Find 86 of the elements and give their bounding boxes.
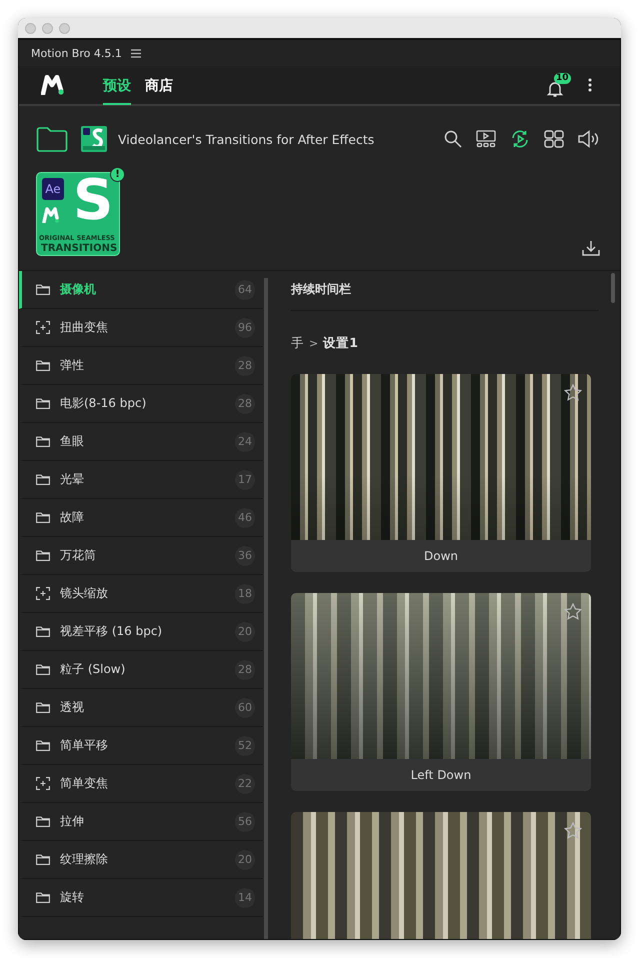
cover-caption: TRANSITIONS [41, 243, 118, 254]
sidebar-item[interactable]: 粒子 (Slow) 28 [19, 651, 263, 689]
notification-button[interactable]: 10 [546, 72, 568, 98]
sidebar-item[interactable]: 视差平移 (16 bpc) 20 [19, 613, 263, 651]
folder-icon [36, 474, 50, 485]
item-count: 22 [235, 774, 255, 794]
folder-icon [36, 702, 50, 713]
folder-icon [36, 816, 50, 827]
sidebar-item[interactable]: 镜头缩放 18 [19, 575, 263, 613]
speaker-icon[interactable] [578, 130, 600, 148]
item-count: 20 [235, 850, 255, 870]
star-icon[interactable] [564, 822, 582, 839]
breadcrumb-item[interactable]: 手 [291, 335, 304, 352]
focus-plus-icon [36, 321, 50, 334]
item-count: 18 [235, 584, 255, 604]
product-thumbnail-icon [81, 126, 107, 152]
sidebar-item[interactable]: 简单平移 52 [19, 727, 263, 765]
folder-icon [36, 512, 50, 523]
item-count: 14 [235, 888, 255, 908]
sidebar-item[interactable]: 透视 60 [19, 689, 263, 727]
preset-name: Down [422, 548, 459, 565]
video-preview-icon[interactable] [476, 130, 496, 148]
folder-icon[interactable] [36, 126, 68, 152]
loop-play-icon[interactable] [510, 130, 530, 148]
product-title: Videolancer's Transitions for After Effects [118, 132, 374, 146]
sidebar-item[interactable]: 扭曲变焦 96 [19, 309, 263, 347]
breadcrumb-item: 设置1 [323, 335, 358, 352]
sidebar-item[interactable]: 弹性 28 [19, 347, 263, 385]
item-count: 28 [235, 356, 255, 376]
cover-badge: Ae [42, 178, 64, 200]
item-count: 64 [235, 280, 255, 300]
preset-card[interactable]: Left Down [291, 593, 591, 791]
item-count: 56 [235, 812, 255, 832]
item-count: 24 [235, 432, 255, 452]
preset-card[interactable]: Down [291, 374, 591, 572]
menu-icon[interactable] [130, 48, 141, 58]
focus-plus-icon [36, 587, 50, 600]
folder-icon [36, 436, 50, 447]
search-icon[interactable] [444, 130, 462, 148]
sidebar-item[interactable]: 旋转 14 [19, 879, 263, 917]
folder-icon [36, 360, 50, 371]
item-count: 20 [235, 622, 255, 642]
more-icon[interactable] [588, 78, 592, 92]
sidebar-item[interactable]: 简单变焦 22 [19, 765, 263, 803]
folder-icon [36, 550, 50, 561]
nav-tab[interactable]: 商店 [145, 68, 173, 104]
folder-icon [36, 626, 50, 637]
logo-icon [42, 207, 60, 223]
folder-icon [36, 664, 50, 675]
sidebar-item[interactable]: 摄像机 64 [19, 271, 263, 309]
nav-tab[interactable]: 预设 [103, 68, 131, 104]
item-count: 52 [235, 736, 255, 756]
app-title: Motion Bro 4.5.1 [31, 46, 122, 60]
bell-icon [546, 80, 564, 98]
focus-plus-icon [36, 777, 50, 790]
item-count: 28 [235, 394, 255, 414]
item-count: 28 [235, 660, 255, 680]
sidebar-item[interactable]: 拉伸 56 [19, 803, 263, 841]
sidebar-item[interactable]: 纹理擦除 20 [19, 841, 263, 879]
folder-icon [36, 398, 50, 409]
preset-name: Left Down [410, 767, 472, 784]
star-icon[interactable] [564, 384, 582, 401]
folder-icon [36, 854, 50, 865]
logo-icon [41, 75, 65, 95]
sidebar-item[interactable]: 电影(8-16 bpc) 28 [19, 385, 263, 423]
folder-icon [36, 284, 50, 295]
item-count: 96 [235, 318, 255, 338]
item-count: 60 [235, 698, 255, 718]
scrollbar-thumb[interactable] [611, 273, 615, 303]
download-icon[interactable] [582, 240, 600, 256]
folder-icon [36, 892, 50, 903]
star-icon[interactable] [564, 603, 582, 620]
sidebar-item[interactable]: 光晕 17 [19, 461, 263, 499]
breadcrumb-separator: > [309, 337, 318, 350]
item-count: 36 [235, 546, 255, 566]
notification-count: 10 [554, 72, 571, 84]
sidebar-item[interactable]: 万花筒 36 [19, 537, 263, 575]
grid-icon[interactable] [544, 130, 564, 148]
item-count: 17 [235, 470, 255, 490]
sidebar-item[interactable]: 故障 46 [19, 499, 263, 537]
item-count: 46 [235, 508, 255, 528]
section-heading: 持续时间栏 [291, 271, 599, 311]
alert-badge: ! [110, 167, 125, 182]
scrollbar-thumb[interactable] [264, 278, 268, 939]
folder-icon [36, 740, 50, 751]
sidebar-item[interactable]: 鱼眼 24 [19, 423, 263, 461]
